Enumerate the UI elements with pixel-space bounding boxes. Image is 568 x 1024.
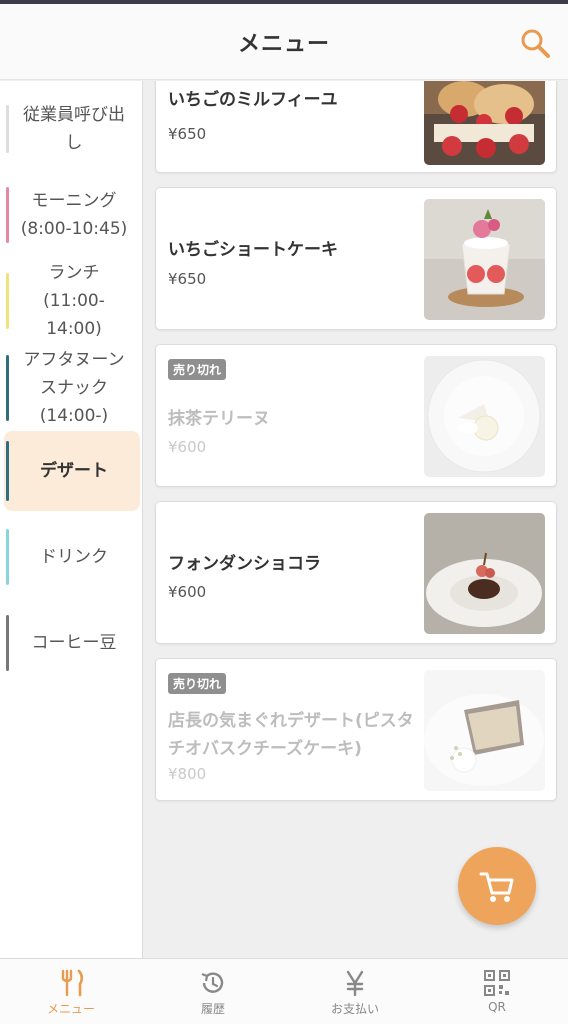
page-title: メニュー xyxy=(237,31,330,57)
tab-label: QR xyxy=(488,1000,506,1014)
qr-code-icon xyxy=(484,970,510,996)
menu-item-card[interactable]: いちごショートケーキ ¥650 xyxy=(155,187,557,330)
sold-out-badge: 売り切れ xyxy=(168,673,227,694)
sidebar-item-label: アフタヌーンスナック(14:00-) xyxy=(23,350,125,426)
sold-out-badge: 売り切れ xyxy=(168,359,227,380)
menu-item-photo xyxy=(424,670,545,791)
search-button[interactable] xyxy=(518,26,552,60)
tab-menu[interactable]: メニュー xyxy=(0,959,142,1024)
category-color-bar xyxy=(6,529,9,585)
menu-item-price: ¥650 xyxy=(168,270,207,288)
menu-item-card[interactable]: フォンダンショコラ ¥600 xyxy=(155,501,557,644)
sidebar-item-label: ドリンク xyxy=(40,547,108,567)
sidebar-item-dessert[interactable]: デザート xyxy=(4,431,140,511)
menu-item-card[interactable]: いちごのミルフィーユ ¥650 xyxy=(155,81,557,173)
category-sidebar: 従業員呼び出し モーニング(8:00-10:45) ランチ(11:00-14:0… xyxy=(0,81,143,958)
sidebar-item-label: コーヒー豆 xyxy=(31,633,117,653)
menu-item-name: フォンダンショコラ xyxy=(168,554,321,574)
yen-icon xyxy=(346,970,364,997)
tab-label: 履歴 xyxy=(200,1002,225,1016)
menu-item-name: いちごのミルフィーユ xyxy=(168,90,338,110)
cart-icon xyxy=(479,872,514,902)
sidebar-item-label: ランチ(11:00-14:00) xyxy=(43,263,105,339)
menu-item-name: 店長の気まぐれデザート(ピスタチオバスクチーズケーキ) xyxy=(168,711,414,759)
menu-item-card[interactable]: 売り切れ 抹茶テリーヌ ¥600 xyxy=(155,344,557,487)
category-color-bar xyxy=(6,441,9,501)
menu-item-photo xyxy=(424,513,545,634)
cart-button[interactable] xyxy=(458,847,536,925)
sidebar-item-lunch[interactable]: ランチ(11:00-14:00) xyxy=(4,263,140,339)
sidebar-item-label: 従業員呼び出し xyxy=(23,105,125,153)
menu-item-price: ¥600 xyxy=(168,583,207,601)
category-color-bar xyxy=(6,105,9,153)
tab-history[interactable]: 履歴 xyxy=(142,959,284,1024)
app-header: メニュー xyxy=(0,4,568,80)
tab-label: お支払い xyxy=(330,1002,379,1016)
sidebar-item-staff-call[interactable]: 従業員呼び出し xyxy=(4,95,140,163)
menu-item-photo xyxy=(424,81,545,165)
menu-item-price: ¥650 xyxy=(168,125,207,143)
fork-knife-icon xyxy=(61,969,84,997)
category-color-bar xyxy=(6,273,9,329)
sidebar-item-drink[interactable]: ドリンク xyxy=(4,525,140,589)
sidebar-item-label: デザート xyxy=(40,461,108,481)
menu-item-card[interactable]: 売り切れ 店長の気まぐれデザート(ピスタチオバスクチーズケーキ) ¥800 xyxy=(155,658,557,801)
tab-payment[interactable]: お支払い xyxy=(284,959,426,1024)
category-color-bar xyxy=(6,187,9,243)
sidebar-item-morning[interactable]: モーニング(8:00-10:45) xyxy=(4,181,140,249)
menu-item-name: 抹茶テリーヌ xyxy=(168,409,270,429)
menu-item-name: いちごショートケーキ xyxy=(168,240,338,260)
sidebar-item-label: モーニング(8:00-10:45) xyxy=(20,191,128,239)
menu-item-price: ¥800 xyxy=(168,765,207,783)
bottom-navigation: メニュー 履歴 お支払い QR xyxy=(0,958,568,1024)
sidebar-item-coffee-beans[interactable]: コーヒー豆 xyxy=(4,611,140,675)
tab-qr[interactable]: QR xyxy=(426,959,568,1024)
search-icon xyxy=(521,29,550,58)
tab-label: メニュー xyxy=(46,1002,95,1016)
menu-list: いちごのミルフィーユ ¥650 いちごショートケーキ ¥650 売り切れ 抹茶テ… xyxy=(143,81,568,958)
category-color-bar xyxy=(6,355,9,421)
sidebar-item-afternoon-snack[interactable]: アフタヌーンスナック(14:00-) xyxy=(4,345,140,431)
category-color-bar xyxy=(6,615,9,671)
menu-item-photo xyxy=(424,199,545,320)
history-icon xyxy=(201,972,224,993)
menu-item-price: ¥600 xyxy=(168,438,207,456)
menu-item-photo xyxy=(424,356,545,477)
